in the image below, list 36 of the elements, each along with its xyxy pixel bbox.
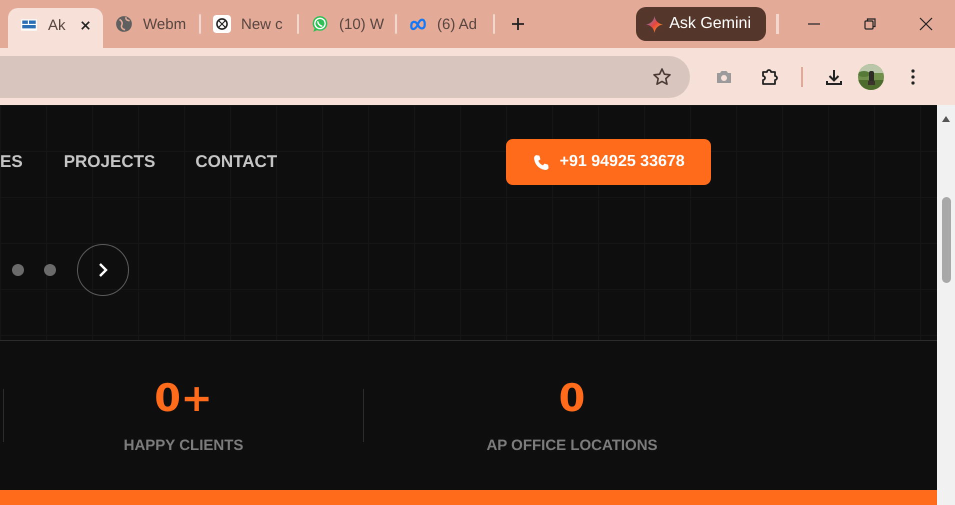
globe-icon xyxy=(115,15,133,33)
close-icon[interactable] xyxy=(80,20,91,30)
stat-label: AP OFFICE LOCATIONS xyxy=(486,437,658,454)
scroll-up-icon[interactable] xyxy=(941,115,951,123)
tab-title: (10) W xyxy=(339,16,384,32)
bookmark-star-icon[interactable] xyxy=(652,66,672,86)
puzzle-icon[interactable] xyxy=(759,66,779,86)
stat-value: 0 xyxy=(558,379,586,417)
tab-title: (6) Ad xyxy=(437,16,478,32)
carousel-dot[interactable] xyxy=(44,264,56,276)
next-slide-button[interactable] xyxy=(77,244,129,296)
stat-label: HAPPY CLIENTS xyxy=(124,437,244,454)
ask-gemini-button[interactable]: Ask Gemini xyxy=(636,7,766,41)
phone-icon xyxy=(532,154,550,170)
browser-tab[interactable]: (10) W xyxy=(299,7,395,41)
chevron-right-icon xyxy=(98,262,108,278)
nav-link[interactable]: PROJECTS xyxy=(64,152,156,172)
nav-link[interactable]: CONTACT xyxy=(195,152,278,172)
new-tab-icon[interactable] xyxy=(511,17,525,31)
menu-icon[interactable] xyxy=(911,68,915,84)
stat-value: 0+ xyxy=(154,379,213,417)
scrollbar[interactable] xyxy=(937,105,955,505)
browser-tab[interactable]: New c xyxy=(201,7,297,41)
tab-title: Webm xyxy=(143,16,186,32)
sparkle-icon xyxy=(646,16,664,32)
browser-tab[interactable]: Webm xyxy=(103,7,199,41)
close-icon[interactable] xyxy=(919,17,933,31)
whatsapp-icon xyxy=(311,15,329,33)
carousel-dot[interactable] xyxy=(12,264,24,276)
browser-tab[interactable]: (6) Ad xyxy=(397,7,493,41)
tab-title: New c xyxy=(241,16,283,32)
tab-title: Ak xyxy=(48,16,67,34)
restore-icon[interactable] xyxy=(863,17,877,31)
scrollbar-thumb[interactable] xyxy=(942,197,950,283)
browser-tab[interactable]: Ak xyxy=(8,8,103,48)
nav-link[interactable]: ES xyxy=(0,152,23,172)
